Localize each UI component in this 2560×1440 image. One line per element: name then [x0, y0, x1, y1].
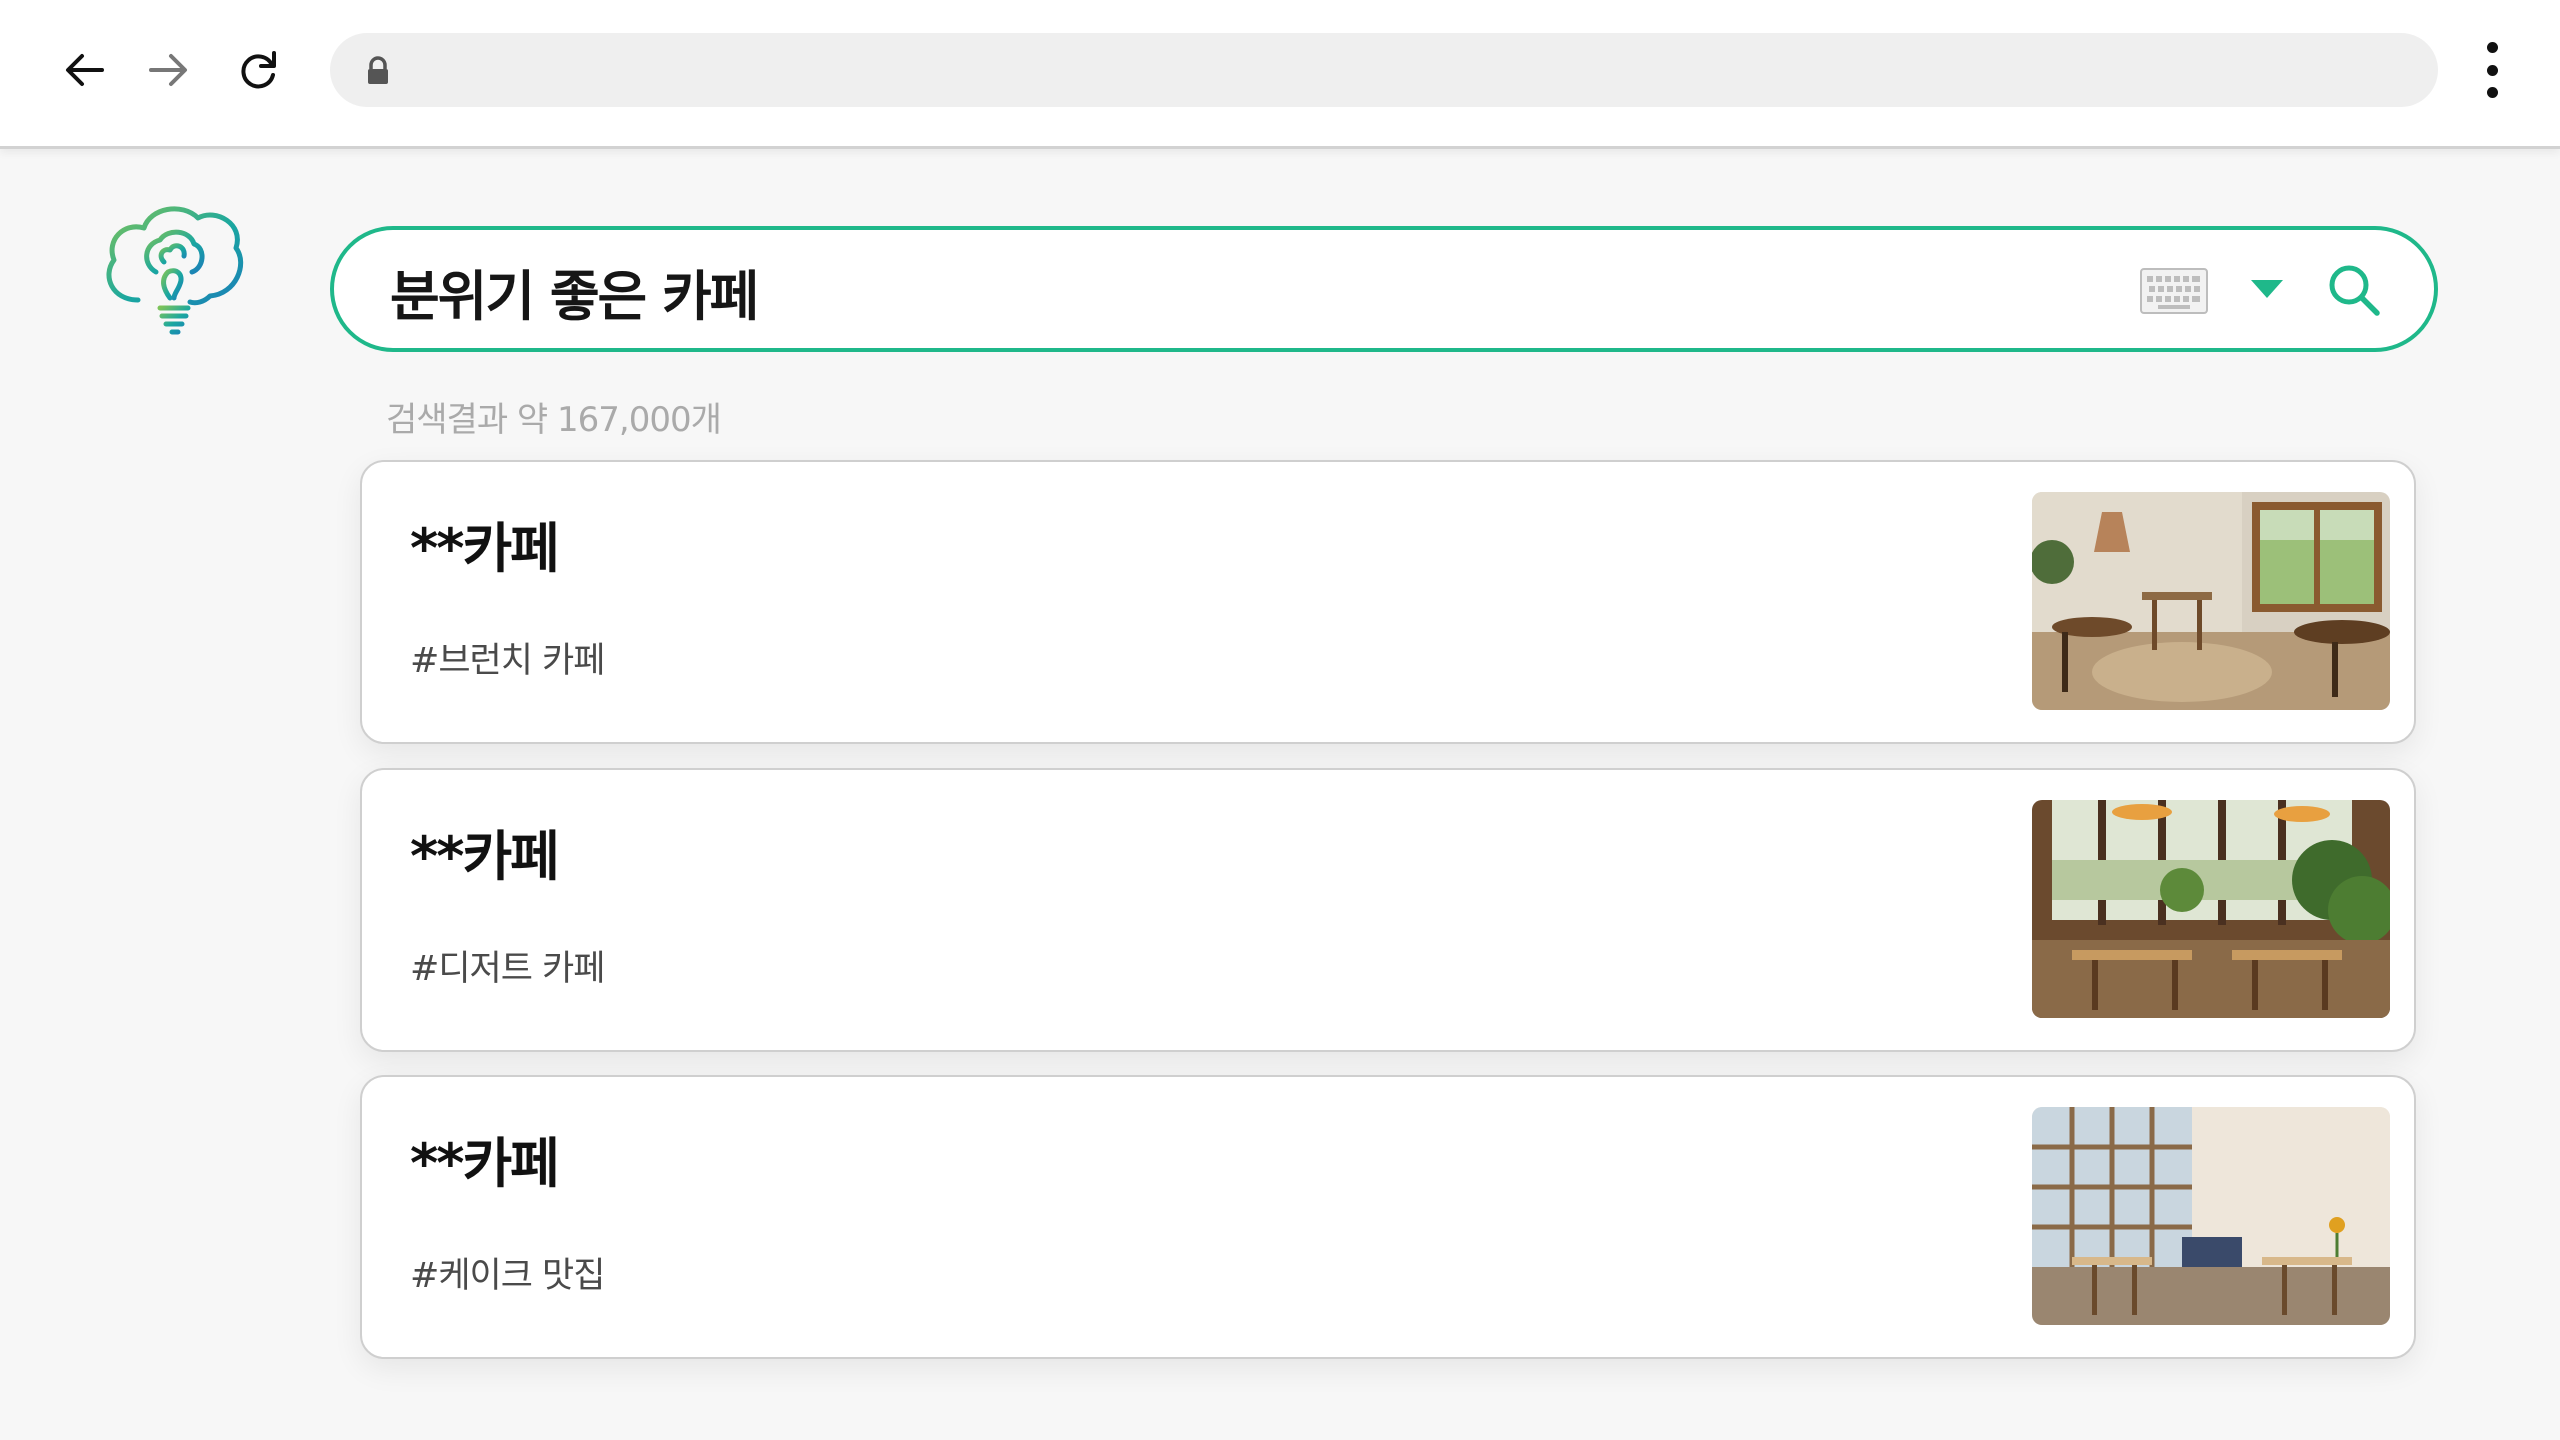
- lock-icon: [368, 56, 388, 84]
- search-icon[interactable]: [2324, 260, 2384, 320]
- result-tag: #케이크 맛집: [410, 1256, 605, 1296]
- result-tag: #디저트 카페: [410, 949, 605, 989]
- back-button[interactable]: [55, 40, 115, 100]
- result-card[interactable]: **카페 #케이크 맛집: [360, 1075, 2416, 1359]
- result-title: **카페: [410, 1132, 560, 1195]
- result-thumbnail: [2032, 492, 2390, 710]
- keyboard-icon[interactable]: [2140, 268, 2208, 314]
- forward-icon: [149, 54, 187, 86]
- back-icon: [66, 54, 104, 86]
- forward-button[interactable]: [138, 40, 198, 100]
- reload-button[interactable]: [228, 40, 288, 100]
- result-title: **카페: [410, 517, 560, 580]
- address-bar[interactable]: [330, 33, 2438, 107]
- reload-icon: [241, 51, 276, 89]
- result-tag: #브런치 카페: [410, 641, 605, 681]
- result-thumbnail: [2032, 800, 2390, 1018]
- more-vert-icon[interactable]: [2470, 38, 2514, 102]
- result-title: **카페: [410, 825, 560, 888]
- result-count: 검색결과 약 167,000개: [386, 400, 722, 440]
- search-input[interactable]: [388, 254, 2092, 328]
- result-card[interactable]: **카페 #브런치 카페: [360, 460, 2416, 744]
- browser-toolbar: [0, 0, 2560, 149]
- search-box: [330, 226, 2438, 352]
- logo: [106, 206, 244, 335]
- result-card[interactable]: **카페 #디저트 카페: [360, 768, 2416, 1052]
- result-thumbnail: [2032, 1107, 2390, 1325]
- caret-down-icon[interactable]: [2248, 276, 2286, 302]
